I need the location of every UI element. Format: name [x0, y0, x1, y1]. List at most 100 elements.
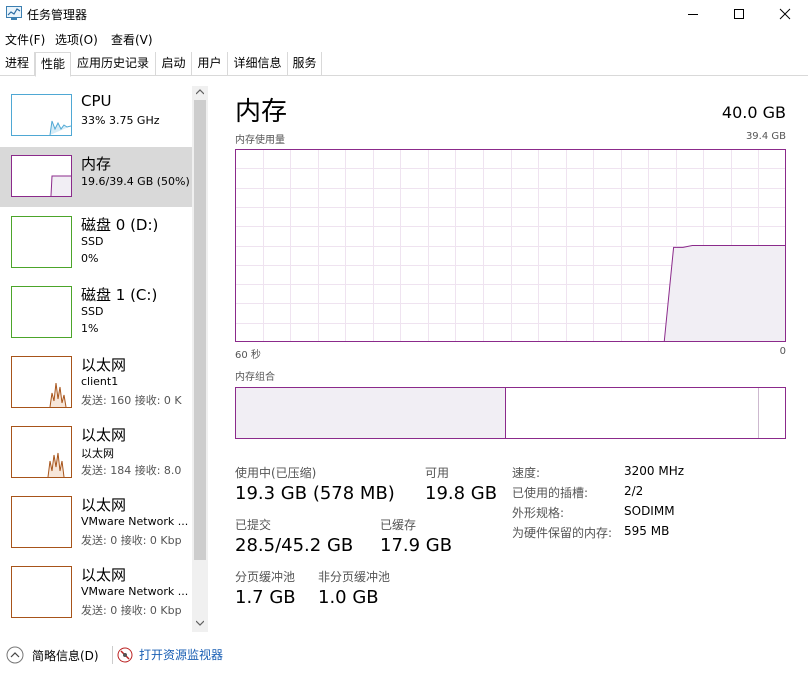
sidebar-item-detail: 发送: 0 接收: 0 Kbp [81, 604, 182, 617]
scroll-up-icon[interactable] [196, 89, 204, 95]
memory-composition-chart [235, 387, 786, 439]
menu-options[interactable]: 选项(O) [55, 31, 98, 48]
ethernet-thumbnail [11, 496, 72, 548]
nonpaged-pool-value: 1.0 GB [318, 587, 379, 608]
resource-monitor-icon [117, 647, 133, 662]
sidebar-item-detail: 发送: 184 接收: 8.0 [81, 464, 182, 477]
sidebar-item-name: 以太网 [81, 356, 127, 374]
title-bar: 任务管理器 [0, 0, 808, 28]
usage-chart-max: 39.4 GB [745, 131, 786, 142]
speed-value: 3200 MHz [624, 464, 685, 478]
footer-bar: 简略信息(D) 打开资源监视器 [0, 640, 808, 670]
ethernet-thumbnail [11, 356, 72, 408]
in-use-label: 使用中(已压缩) [235, 466, 317, 480]
sidebar-scrollbar[interactable] [192, 86, 208, 632]
usage-chart-label: 内存使用量 [235, 135, 285, 146]
menu-file[interactable]: 文件(F) [5, 31, 45, 48]
maximize-button[interactable] [716, 0, 762, 28]
ethernet-thumbnail [11, 426, 72, 478]
paged-pool-value: 1.7 GB [235, 587, 296, 608]
scrollbar-thumb[interactable] [194, 100, 206, 560]
paged-pool-label: 分页缓冲池 [235, 570, 296, 584]
in-use-value: 19.3 GB (578 MB) [235, 483, 395, 504]
sidebar-item-name: 以太网 [81, 496, 127, 514]
form-factor-value: SODIMM [624, 504, 675, 518]
sidebar-item-name: 以太网 [81, 566, 127, 584]
sidebar-item-cpu[interactable]: CPU 33% 3.75 GHz [0, 86, 192, 148]
tab-users[interactable]: 用户 [192, 52, 228, 76]
composition-in-use [236, 388, 505, 438]
menu-bar: 文件(F) 选项(O) 查看(V) [0, 29, 808, 49]
sidebar-item-disk-0[interactable]: 磁盘 0 (D:) SSD 0% [0, 208, 192, 274]
time-axis-end: 0 [779, 346, 786, 357]
sidebar-item-name: 磁盘 1 (C:) [81, 286, 158, 304]
minimize-icon [688, 14, 698, 15]
sidebar-item-detail: 发送: 160 接收: 0 K [81, 394, 182, 407]
sidebar-item-adapter: VMware Network ... [81, 585, 189, 598]
sidebar-item-name: 以太网 [81, 426, 127, 444]
chevron-up-icon [6, 646, 24, 664]
sidebar-item-adapter: client1 [81, 375, 119, 388]
cached-value: 17.9 GB [380, 535, 453, 556]
sidebar-item-adapter: 以太网 [81, 447, 114, 460]
tab-performance[interactable]: 性能 [35, 52, 71, 77]
sidebar-item-type: SSD [81, 235, 104, 248]
window-title: 任务管理器 [27, 8, 88, 22]
hardware-reserved-value: 595 MB [624, 524, 670, 538]
slots-value: 2/2 [624, 484, 644, 498]
tab-bar: 进程 性能 应用历史记录 启动 用户 详细信息 服务 [0, 52, 808, 77]
sidebar-item-name: 磁盘 0 (D:) [81, 216, 159, 234]
sidebar-item-ethernet-vmware-1[interactable]: 以太网 VMware Network ... 发送: 0 接收: 0 Kbp [0, 488, 192, 554]
nonpaged-pool-label: 非分页缓冲池 [318, 570, 391, 584]
sidebar-item-type: SSD [81, 305, 104, 318]
menu-view[interactable]: 查看(V) [111, 31, 153, 48]
sidebar-item-detail: 1% [81, 322, 99, 335]
disk-0-thumbnail [11, 216, 72, 268]
tab-details[interactable]: 详细信息 [228, 52, 288, 76]
scroll-down-icon[interactable] [196, 620, 204, 626]
fewer-details-button[interactable]: 简略信息(D) [6, 646, 99, 664]
cpu-thumbnail [11, 94, 72, 136]
sidebar-item-name: 内存 [81, 155, 112, 173]
sidebar-item-adapter: VMware Network ... [81, 515, 189, 528]
tab-startup[interactable]: 启动 [156, 52, 192, 76]
memory-detail-panel: 内存 40.0 GB 内存使用量 39.4 GB 60 秒 0 内存组合 使用中… [213, 86, 803, 632]
task-manager-icon [6, 6, 22, 20]
open-resource-monitor-link[interactable]: 打开资源监视器 [117, 646, 223, 663]
sidebar-item-ethernet-client1[interactable]: 以太网 client1 发送: 160 接收: 0 K [0, 348, 192, 414]
available-label: 可用 [425, 466, 450, 480]
sidebar-item-detail: 33% 3.75 GHz [81, 114, 160, 127]
total-memory: 40.0 GB [721, 103, 786, 122]
maximize-icon [734, 9, 744, 19]
disk-1-thumbnail [11, 286, 72, 338]
sidebar-item-ethernet[interactable]: 以太网 以太网 发送: 184 接收: 8.0 [0, 418, 192, 484]
footer-divider [112, 646, 113, 664]
sidebar-item-disk-1[interactable]: 磁盘 1 (C:) SSD 1% [0, 278, 192, 344]
resource-sidebar: CPU 33% 3.75 GHz 内存 19.6/39.4 GB (50%) 磁… [0, 86, 210, 632]
memory-usage-area [664, 245, 786, 341]
sidebar-item-memory[interactable]: 内存 19.6/39.4 GB (50%) [0, 147, 192, 207]
sidebar-item-detail: 0% [81, 252, 99, 265]
sidebar-item-detail: 19.6/39.4 GB (50%) [81, 175, 190, 188]
sidebar-item-ethernet-vmware-2[interactable]: 以太网 VMware Network ... 发送: 0 接收: 0 Kbp [0, 558, 192, 624]
memory-thumbnail [11, 155, 72, 197]
form-factor-label: 外形规格: [512, 506, 565, 520]
close-icon [779, 8, 791, 20]
sidebar-item-detail: 发送: 0 接收: 0 Kbp [81, 534, 182, 547]
committed-value: 28.5/45.2 GB [235, 535, 354, 556]
hardware-reserved-label: 为硬件保留的内存: [512, 526, 613, 540]
sidebar-item-name: CPU [81, 92, 112, 110]
tab-services[interactable]: 服务 [288, 52, 322, 76]
committed-label: 已提交 [235, 518, 272, 532]
speed-label: 速度: [512, 466, 541, 480]
fewer-details-label: 简略信息(D) [32, 648, 99, 663]
tab-app-history[interactable]: 应用历史记录 [71, 52, 156, 76]
composition-chart-label: 内存组合 [235, 372, 275, 383]
time-axis-start: 60 秒 [235, 350, 261, 361]
slots-label: 已使用的插槽: [512, 486, 589, 500]
tab-processes[interactable]: 进程 [0, 52, 35, 76]
ethernet-thumbnail [11, 566, 72, 618]
close-button[interactable] [762, 0, 808, 28]
minimize-button[interactable] [670, 0, 716, 28]
cached-label: 已缓存 [380, 518, 417, 532]
